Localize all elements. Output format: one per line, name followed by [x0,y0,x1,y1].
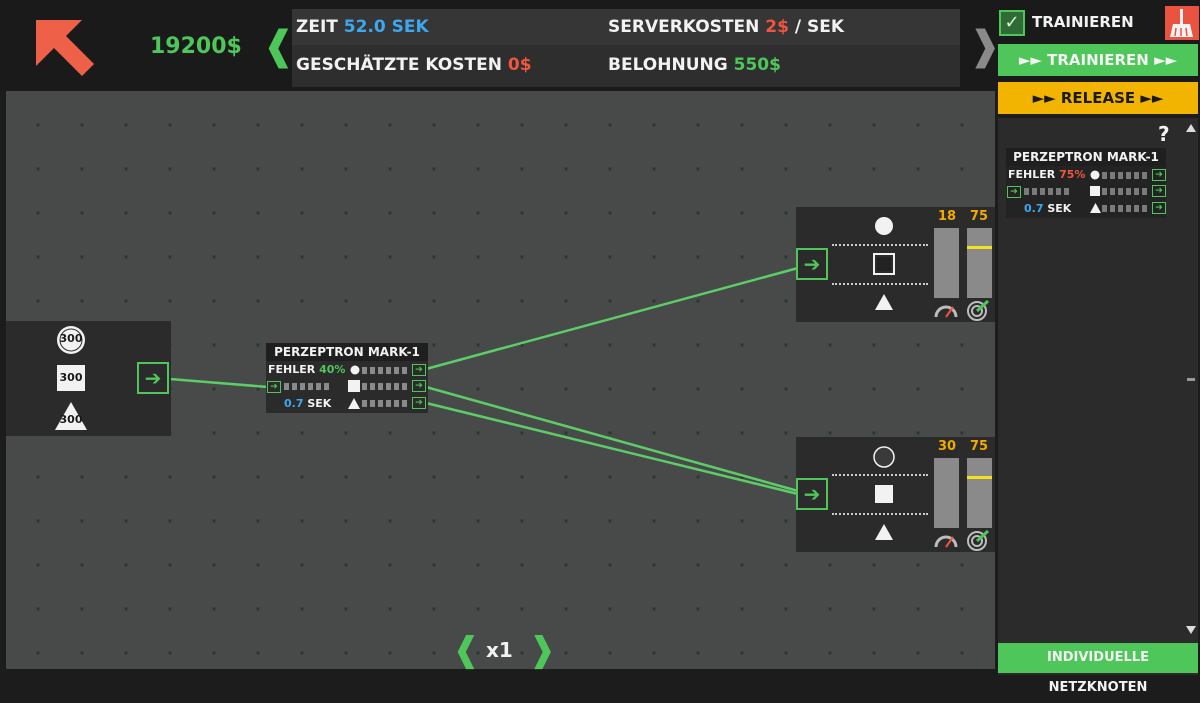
output-node-1-meters: 18 75 [930,207,995,322]
target-icon [967,529,990,551]
output-2-target-meter [967,458,992,528]
perceptron-time-value: 0.7 [284,397,304,410]
perceptron-out-port-1[interactable]: ➔ [412,364,426,376]
perceptron-error: FEHLER 40% [268,363,345,376]
speed-down-button[interactable]: ❰ [452,630,481,670]
perceptron-error-label: FEHLER [268,363,316,376]
speedometer-icon [934,535,958,548]
output-1-target-meter [967,228,992,298]
input-node-out-port[interactable]: ➔ [137,362,169,394]
output-1-target-line [967,246,992,249]
triangle-input-value: 300 [59,413,83,426]
square-icon [875,485,893,503]
input-node[interactable]: 300 300 300 ➔ [6,321,171,436]
output-1-count-meter [934,228,959,298]
output-node-2[interactable]: ➔ [796,437,930,552]
output-node-2-in-port[interactable]: ➔ [796,478,828,510]
output-2-count: 30 [937,439,957,454]
speed-up-button[interactable]: ❱ [528,630,557,670]
perceptron-node[interactable]: PERZEPTRON MARK-1 FEHLER 40% ➔ ➔ ➔ 0.7 S… [266,343,428,413]
target-icon [967,299,990,321]
triangle-icon [875,294,893,310]
square-input-value: 300 [59,371,83,384]
output-node-1[interactable]: ➔ [796,207,930,322]
output-1-count: 18 [937,209,957,224]
perceptron-out-port-2[interactable]: ➔ [412,380,426,392]
output-2-count-meter [934,458,959,528]
perceptron-out-port-3[interactable]: ➔ [412,397,426,409]
circle-icon [875,217,893,235]
circle-icon [350,365,360,375]
perceptron-time: 0.7 SEK [284,397,331,410]
perceptron-input-bars [284,383,332,390]
perceptron-error-value: 40% [319,363,346,376]
output-1-target: 75 [969,209,989,224]
perceptron-time-unit: SEK [307,397,332,410]
output-2-target-line [967,476,992,479]
speed-control: ❰ x1 ❱ [452,630,557,670]
perceptron-weights-3 [362,400,410,407]
perceptron-in-port[interactable]: ➔ [267,381,281,393]
perceptron-title: PERZEPTRON MARK-1 [266,343,428,361]
circle-input-value: 300 [59,332,83,345]
wire-input-perceptron [169,377,269,389]
square-icon [348,380,360,392]
output-node-1-in-port[interactable]: ➔ [796,248,828,280]
perceptron-weights-1 [362,367,410,374]
triangle-icon [875,524,893,540]
network-wires [169,266,799,496]
wire-perceptron-output-2b [425,401,799,496]
output-2-target: 75 [969,439,989,454]
output-node-2-meters: 30 75 [930,437,995,552]
wire-perceptron-output-1 [425,266,799,371]
circle-icon [873,446,895,468]
triangle-icon [348,398,360,409]
speed-label: x1 [486,638,513,662]
wire-perceptron-output-2a [425,385,799,493]
square-icon [873,253,895,275]
perceptron-weights-2 [362,383,410,390]
speedometer-icon [934,305,958,318]
